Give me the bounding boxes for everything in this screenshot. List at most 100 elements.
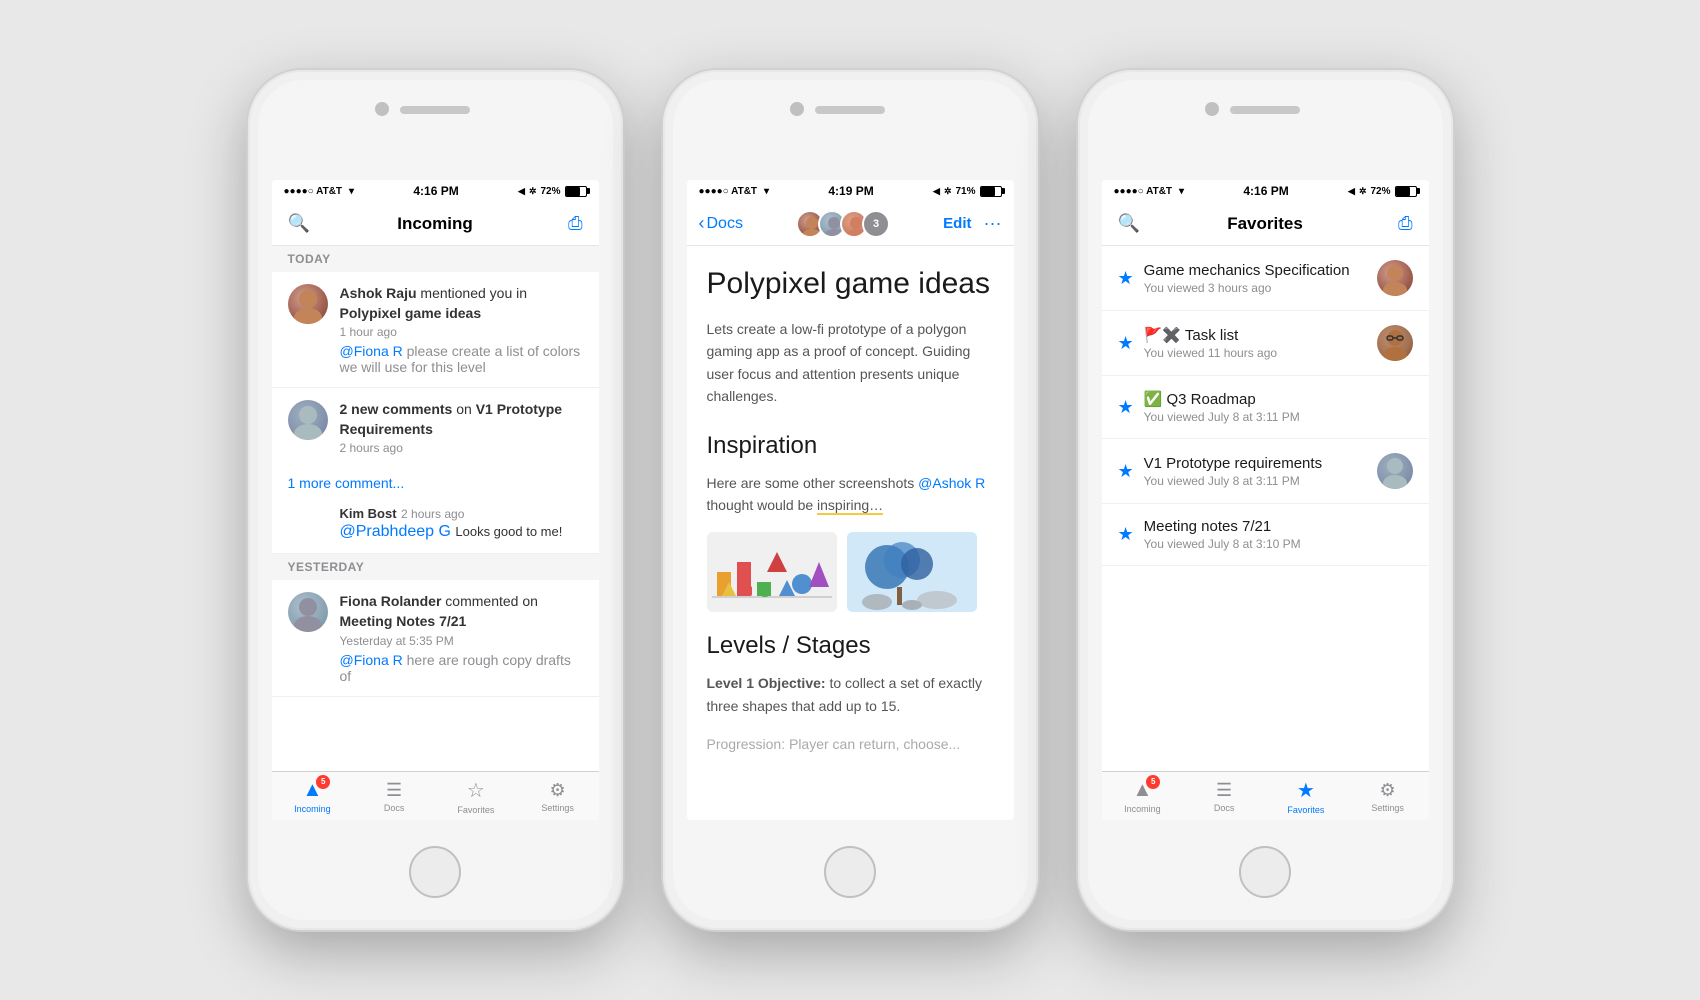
- avatar-ashok: [288, 284, 328, 324]
- tab-incoming-label: Incoming: [294, 804, 331, 814]
- tab-settings-icon-fav: ⚙: [1380, 780, 1396, 801]
- tab-favorites[interactable]: ☆ Favorites: [435, 778, 517, 815]
- status-icons-2: ◀ ✲ 71%: [933, 186, 1001, 197]
- battery-percent-2: 71%: [955, 186, 975, 197]
- notif-ashok[interactable]: Ashok Raju mentioned you in Polypixel ga…: [272, 272, 599, 388]
- fav-item-v1-prototype[interactable]: ★ V1 Prototype requirements You viewed J…: [1102, 439, 1429, 504]
- fav-subtitle-4: You viewed July 8 at 3:11 PM: [1144, 474, 1367, 488]
- fav-subtitle-5: You viewed July 8 at 3:10 PM: [1144, 537, 1413, 551]
- more-comments-link[interactable]: 1 more comment...: [272, 467, 599, 499]
- camera: [375, 102, 389, 116]
- fav-content-3: ✅ Q3 Roadmap You viewed July 8 at 3:11 P…: [1144, 390, 1413, 424]
- battery-percent: 72%: [540, 186, 560, 197]
- incoming-content[interactable]: TODAY Ashok Raju mentioned you in Polypi…: [272, 246, 599, 771]
- status-bar-2: ●●●●○ AT&T ▾ 4:19 PM ◀ ✲ 71%: [687, 180, 1014, 202]
- tab-bar-favorites: ▲ 5 Incoming ☰ Docs ★ Favorites ⚙: [1102, 771, 1429, 820]
- bluetooth-icon: ✲: [529, 186, 537, 197]
- status-icons: ◀ ✲ 72%: [518, 186, 586, 197]
- mention-fiona2: @Fiona R: [340, 652, 403, 668]
- notif-user-fiona: Fiona Rolander: [340, 593, 442, 609]
- fav-item-q3-roadmap[interactable]: ★ ✅ Q3 Roadmap You viewed July 8 at 3:11…: [1102, 376, 1429, 439]
- tab-favorites-active[interactable]: ★ Favorites: [1265, 778, 1347, 815]
- fav-item-game-mechanics[interactable]: ★ Game mechanics Specification You viewe…: [1102, 246, 1429, 311]
- status-carrier-2: ●●●●○ AT&T ▾: [699, 186, 770, 197]
- fav-subtitle-2: You viewed 11 hours ago: [1144, 346, 1367, 360]
- home-button-2[interactable]: [824, 846, 876, 898]
- fav-content-4: V1 Prototype requirements You viewed Jul…: [1144, 455, 1367, 488]
- notif-content-ashok: Ashok Raju mentioned you in Polypixel ga…: [340, 284, 583, 375]
- notif-content-v1: 2 new comments on V1 Prototype Requireme…: [340, 400, 583, 455]
- status-carrier: ●●●●○ AT&T ▾: [284, 186, 355, 197]
- home-button-1[interactable]: [409, 846, 461, 898]
- tab-settings-label-fav: Settings: [1371, 803, 1404, 813]
- fav-subtitle-1: You viewed 3 hours ago: [1144, 281, 1367, 295]
- tab-incoming[interactable]: ▲ 5 Incoming: [272, 779, 354, 814]
- fav-item-task-list[interactable]: ★ 🚩✖️ Task list You viewed 11 hours ago: [1102, 311, 1429, 376]
- doc-section-levels-sub: Progression: Player can return, choose..…: [707, 733, 994, 755]
- screen-document: ●●●●○ AT&T ▾ 4:19 PM ◀ ✲ 71%: [687, 180, 1014, 820]
- search-icon-fav[interactable]: 🔍: [1118, 213, 1140, 234]
- notif-text-ashok: Ashok Raju mentioned you in Polypixel ga…: [340, 284, 583, 323]
- today-header: TODAY: [272, 246, 599, 272]
- fav-title-1: Game mechanics Specification: [1144, 262, 1367, 279]
- doc-subtitle: Lets create a low-fi prototype of a poly…: [707, 318, 994, 408]
- back-chevron-icon: ‹: [699, 213, 705, 234]
- nav-bar-incoming: 🔍 Incoming ⎙: [272, 202, 599, 246]
- tab-docs-fav[interactable]: ☰ Docs: [1183, 780, 1265, 813]
- notif-comment-fiona: @Fiona R here are rough copy drafts of: [340, 652, 583, 684]
- star-icon-1: ★: [1118, 268, 1134, 289]
- fav-content-2: 🚩✖️ Task list You viewed 11 hours ago: [1144, 326, 1367, 360]
- tab-docs-icon: ☰: [386, 780, 402, 801]
- fav-title-4: V1 Prototype requirements: [1144, 455, 1367, 472]
- home-button-3[interactable]: [1239, 846, 1291, 898]
- doc-content[interactable]: Polypixel game ideas Lets create a low-f…: [687, 246, 1014, 820]
- tab-docs[interactable]: ☰ Docs: [353, 780, 435, 813]
- doc-section-levels: Levels / Stages: [707, 632, 994, 660]
- sub-user-kim: Kim Bost: [340, 506, 397, 521]
- nav-title-favorites: Favorites: [1227, 214, 1303, 234]
- status-carrier-3: ●●●●○ AT&T ▾: [1114, 186, 1185, 197]
- fav-item-meeting-notes[interactable]: ★ Meeting notes 7/21 You viewed July 8 a…: [1102, 504, 1429, 566]
- compose-icon-fav[interactable]: ⎙: [1398, 213, 1412, 234]
- phones-container: ●●●●○ AT&T ▾ 4:16 PM ◀ ✲ 72%: [248, 70, 1453, 930]
- tab-settings-fav[interactable]: ⚙ Settings: [1347, 780, 1429, 813]
- doc-image-trees: [847, 532, 977, 612]
- star-icon-5: ★: [1118, 524, 1134, 545]
- back-to-docs[interactable]: ‹ Docs: [699, 213, 743, 234]
- notif-comment-ashok: @Fiona R please create a list of colors …: [340, 343, 583, 375]
- tab-settings[interactable]: ⚙ Settings: [517, 780, 599, 813]
- compose-icon[interactable]: ⎙: [568, 213, 582, 234]
- bluetooth-icon-3: ✲: [1359, 186, 1367, 197]
- highlighted-text: inspiring…: [817, 497, 883, 515]
- speaker-3: [1230, 106, 1300, 114]
- notif-fiona[interactable]: Fiona Rolander commented on Meeting Note…: [272, 580, 599, 696]
- fav-content-1: Game mechanics Specification You viewed …: [1144, 262, 1367, 295]
- wifi-signal: ▾: [349, 186, 354, 197]
- battery-icon-2: [980, 186, 1002, 197]
- edit-button[interactable]: Edit: [943, 215, 971, 232]
- search-icon[interactable]: 🔍: [288, 213, 310, 234]
- more-options-icon[interactable]: ···: [984, 213, 1002, 234]
- camera-2: [790, 102, 804, 116]
- tab-settings-label: Settings: [541, 803, 574, 813]
- mention-fiona: @Fiona R: [340, 343, 403, 359]
- nav-bar-favorites: 🔍 Favorites ⎙: [1102, 202, 1429, 246]
- location-icon: ◀: [518, 186, 525, 197]
- notif-v1[interactable]: 2 new comments on V1 Prototype Requireme…: [272, 388, 599, 467]
- notif-user-ashok: Ashok Raju: [340, 285, 417, 301]
- notif-time-ashok: 1 hour ago: [340, 325, 583, 339]
- doc-title: Polypixel game ideas: [707, 266, 994, 302]
- yesterday-header: YESTERDAY: [272, 554, 599, 580]
- avatar-fiona: [288, 592, 328, 632]
- fav-title-3: ✅ Q3 Roadmap: [1144, 390, 1413, 408]
- phone-incoming: ●●●●○ AT&T ▾ 4:16 PM ◀ ✲ 72%: [248, 70, 623, 930]
- tab-incoming-fav[interactable]: ▲ 5 Incoming: [1102, 779, 1184, 814]
- tab-docs-label: Docs: [384, 803, 405, 813]
- signal-dots: ●●●●○ AT&T: [284, 186, 343, 197]
- tab-incoming-label-fav: Incoming: [1124, 804, 1161, 814]
- camera-3: [1205, 102, 1219, 116]
- favorites-content[interactable]: ★ Game mechanics Specification You viewe…: [1102, 246, 1429, 771]
- fav-avatar-4: [1377, 453, 1413, 489]
- doc-actions: Edit ···: [943, 213, 1001, 234]
- notif-time-v1: 2 hours ago: [340, 441, 583, 455]
